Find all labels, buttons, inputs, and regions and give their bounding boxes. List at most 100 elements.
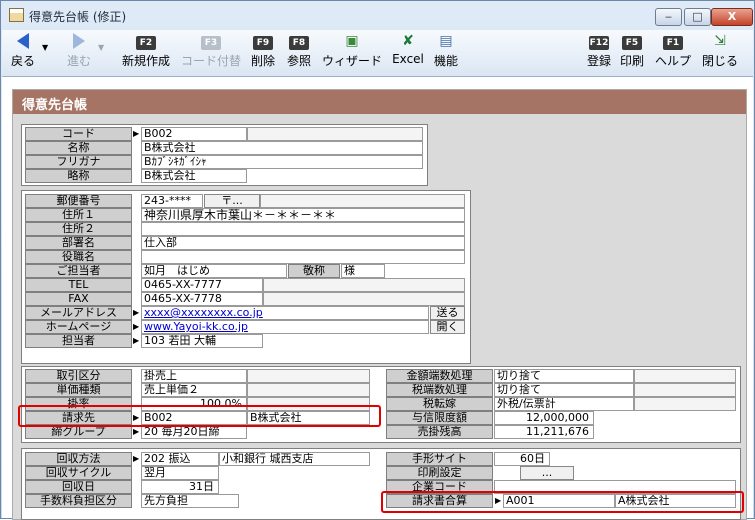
excel-icon: ✘ <box>402 33 414 49</box>
tax-rounding-field[interactable]: 切り捨て <box>494 383 634 397</box>
email-link[interactable]: xxxx@xxxxxxxx.co.jp <box>141 306 429 320</box>
collection-day-label: 回収日 <box>25 480 132 494</box>
print-settings-label: 印刷設定 <box>386 466 493 480</box>
tax-mode-extra <box>634 397 736 411</box>
send-mail-button[interactable]: 送る <box>430 306 465 320</box>
print-settings-button[interactable]: ... <box>520 466 574 480</box>
wizard-icon: ▣ <box>345 33 359 49</box>
invoice-merge-highlight <box>381 491 744 513</box>
collection-method-field[interactable]: 202 振込 <box>141 452 219 466</box>
collection-bank-field: 小和銀行 城西支店 <box>219 452 370 466</box>
arrow-marker-icon: ▶ <box>133 427 140 436</box>
arrow-marker-icon: ▶ <box>133 336 140 345</box>
maximize-button[interactable]: □ <box>684 8 711 26</box>
honorific-field[interactable]: 様 <box>341 264 385 278</box>
amount-rounding-field[interactable]: 切り捨て <box>494 369 634 383</box>
note-site-label: 手形サイト <box>386 452 493 466</box>
f12-key-icon: F12 <box>589 36 609 50</box>
print-button[interactable]: F5 印刷 <box>619 33 645 73</box>
zip-extra-field <box>260 194 465 208</box>
back-arrow-icon <box>10 33 36 49</box>
address2-field[interactable] <box>141 222 465 236</box>
address-section: 郵便番号 243-**** 〒... 住所１ 神奈川県厚木市葉山＊－＊＊－＊＊ … <box>21 190 471 364</box>
f1-key-icon: F1 <box>663 36 683 50</box>
tel-extra-field <box>263 278 465 292</box>
code-field[interactable]: B002 <box>141 127 247 141</box>
fee-burden-field[interactable]: 先方負担 <box>141 494 239 508</box>
toolbar: 戻る ▼ 進む ▼ F2 新規作成 F3 コード付替 F9 削除 F8 参照 ▣… <box>2 30 753 77</box>
tax-mode-field[interactable]: 外税/伝票計 <box>494 397 634 411</box>
arrow-marker-icon: ▶ <box>133 454 140 463</box>
collection-day-field[interactable]: 31日 <box>141 480 219 494</box>
arrow-marker-icon: ▶ <box>133 129 140 138</box>
credit-limit-field[interactable]: 12,000,000 <box>494 411 594 425</box>
collection-cycle-field[interactable]: 翌月 <box>141 466 219 480</box>
ledger-panel: 得意先台帳 コード ▶ B002 名称 B株式会社 フリガナ Bｶﾌﾞｼｷｶﾞｲ… <box>12 89 747 520</box>
zip-search-button[interactable]: 〒... <box>204 194 260 208</box>
close-window-button[interactable]: X <box>711 8 753 26</box>
address1-field[interactable]: 神奈川県厚木市葉山＊－＊＊－＊＊ <box>141 208 465 222</box>
tel-field[interactable]: 0465-XX-7777 <box>141 278 263 292</box>
contact-person-field[interactable]: 如月 はじめ <box>141 264 287 278</box>
fax-label: FAX <box>25 292 132 306</box>
credit-limit-label: 与信限度額 <box>386 411 493 425</box>
tax-rounding-extra <box>634 383 736 397</box>
short-name-field[interactable]: B株式会社 <box>141 169 247 183</box>
excel-button[interactable]: ✘ Excel <box>391 33 425 73</box>
price-type-field[interactable]: 売上単価２ <box>141 383 247 397</box>
tax-rounding-label: 税端数処理 <box>386 383 493 397</box>
function-button[interactable]: ▤ 機能 <box>433 33 459 73</box>
fax-field[interactable]: 0465-XX-7778 <box>141 292 263 306</box>
name-label: 名称 <box>25 141 132 155</box>
reference-button[interactable]: F8 参照 <box>286 33 312 73</box>
contact-person-label: ご担当者 <box>25 264 132 278</box>
receivable-balance-field: 11,211,676 <box>494 425 594 439</box>
close-button[interactable]: ⇲ 閉じる <box>700 33 740 73</box>
price-type-extra <box>247 383 370 397</box>
open-homepage-button[interactable]: 開く <box>430 320 465 334</box>
position-field[interactable] <box>141 250 465 264</box>
tax-mode-label: 税転嫁 <box>386 397 493 411</box>
staff-label: 担当者 <box>25 334 132 348</box>
function-icon: ▤ <box>439 33 453 49</box>
exit-icon: ⇲ <box>714 33 726 49</box>
basic-section: コード ▶ B002 名称 B株式会社 フリガナ Bｶﾌﾞｼｷｶﾞｲｼｬ 略称 … <box>21 124 428 186</box>
closing-group-label: 締グループ <box>25 425 132 439</box>
staff-field[interactable]: 103 若田 大輔 <box>141 334 263 348</box>
back-dropdown-icon[interactable]: ▼ <box>42 43 48 52</box>
delete-button[interactable]: F9 削除 <box>250 33 276 73</box>
collection-method-label: 回収方法 <box>25 452 132 466</box>
code-change-button[interactable]: F3 コード付替 <box>179 33 243 73</box>
register-button[interactable]: F12 登録 <box>586 33 612 73</box>
window: 得意先台帳 (修正) ‒ □ X 戻る ▼ 進む ▼ F2 新規作成 F3 コー… <box>0 0 755 520</box>
name-field[interactable]: B株式会社 <box>141 141 423 155</box>
forward-arrow-icon <box>64 33 94 49</box>
f3-key-icon: F3 <box>201 36 221 50</box>
forward-dropdown-icon[interactable]: ▼ <box>98 43 104 52</box>
price-type-label: 単価種類 <box>25 383 132 397</box>
furigana-field[interactable]: Bｶﾌﾞｼｷｶﾞｲｼｬ <box>141 155 423 169</box>
zip-label: 郵便番号 <box>25 194 132 208</box>
trade-type-field[interactable]: 掛売上 <box>141 369 247 383</box>
position-label: 役職名 <box>25 250 132 264</box>
note-site-field[interactable]: 60日 <box>494 452 550 466</box>
amount-rounding-label: 金額端数処理 <box>386 369 493 383</box>
back-button[interactable]: 戻る <box>10 33 36 73</box>
department-field[interactable]: 仕入部 <box>141 236 465 250</box>
forward-button[interactable]: 進む <box>64 33 94 73</box>
closing-group-field[interactable]: 20 毎月20日締 <box>141 425 247 439</box>
short-name-label: 略称 <box>25 169 132 183</box>
minimize-button[interactable]: ‒ <box>655 8 682 26</box>
homepage-label: ホームページ <box>25 320 132 334</box>
homepage-link[interactable]: www.Yayoi-kk.co.jp <box>141 320 429 334</box>
collection-cycle-label: 回収サイクル <box>25 466 132 480</box>
f5-key-icon: F5 <box>622 36 642 50</box>
address1-label: 住所１ <box>25 208 132 222</box>
help-button[interactable]: F1 ヘルプ <box>654 33 692 73</box>
wizard-button[interactable]: ▣ ウィザード <box>320 33 384 73</box>
amount-rounding-extra <box>634 369 736 383</box>
new-button[interactable]: F2 新規作成 <box>119 33 173 73</box>
f9-key-icon: F9 <box>253 36 273 50</box>
tel-label: TEL <box>25 278 132 292</box>
zip-field[interactable]: 243-**** <box>141 194 203 208</box>
